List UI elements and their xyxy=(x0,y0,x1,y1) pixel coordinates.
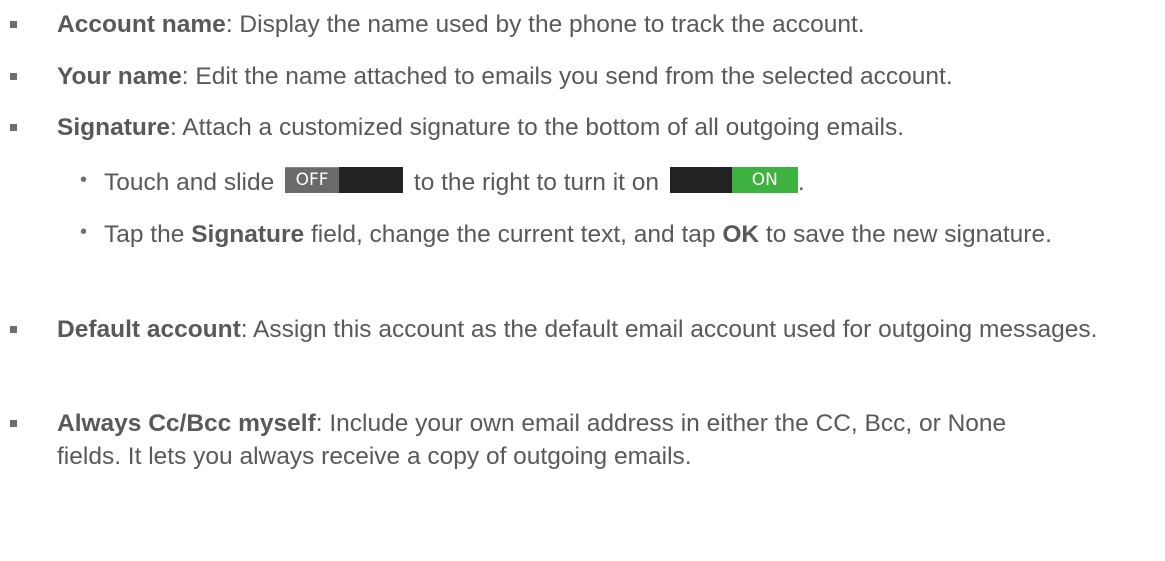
term-account-name: Account name xyxy=(57,11,226,38)
desc-account-name: : Display the name used by the phone to … xyxy=(225,11,865,38)
square-bullet-icon xyxy=(10,21,17,28)
term-your-name: Your name xyxy=(57,63,182,90)
term-signature: Signature xyxy=(57,114,170,141)
dot-bullet-icon: • xyxy=(80,169,88,191)
tap-text-1: Tap the xyxy=(104,221,192,248)
tap-bold-ok: OK xyxy=(722,221,760,248)
slide-text-after: . xyxy=(797,169,805,196)
term-default-account: Default account xyxy=(57,316,241,343)
toggle-on-image: ON xyxy=(669,167,798,193)
dot-bullet-icon: • xyxy=(80,221,88,243)
desc-signature: : Attach a customized signature to the b… xyxy=(170,114,905,141)
square-bullet-icon xyxy=(10,73,17,80)
desc-your-name: : Edit the name attached to emails you s… xyxy=(181,63,953,90)
term-always-cc-bcc: Always Cc/Bcc myself xyxy=(57,410,316,437)
square-bullet-icon xyxy=(10,124,17,131)
toggle-on-label: ON xyxy=(731,167,798,193)
toggle-off-label: OFF xyxy=(285,167,340,193)
square-bullet-icon xyxy=(10,326,17,333)
square-bullet-icon xyxy=(10,420,17,427)
toggle-off-image: OFF xyxy=(285,167,404,193)
tap-bold-signature: Signature xyxy=(191,221,305,248)
tap-text-3: to save the new signature. xyxy=(759,221,1052,248)
slide-text-before: Touch and slide xyxy=(104,169,275,196)
slide-text-middle: to the right to turn it on xyxy=(413,169,660,196)
tap-text-2: field, change the current text, and tap xyxy=(304,221,723,248)
desc-default-account: : Assign this account as the default ema… xyxy=(240,316,1098,343)
